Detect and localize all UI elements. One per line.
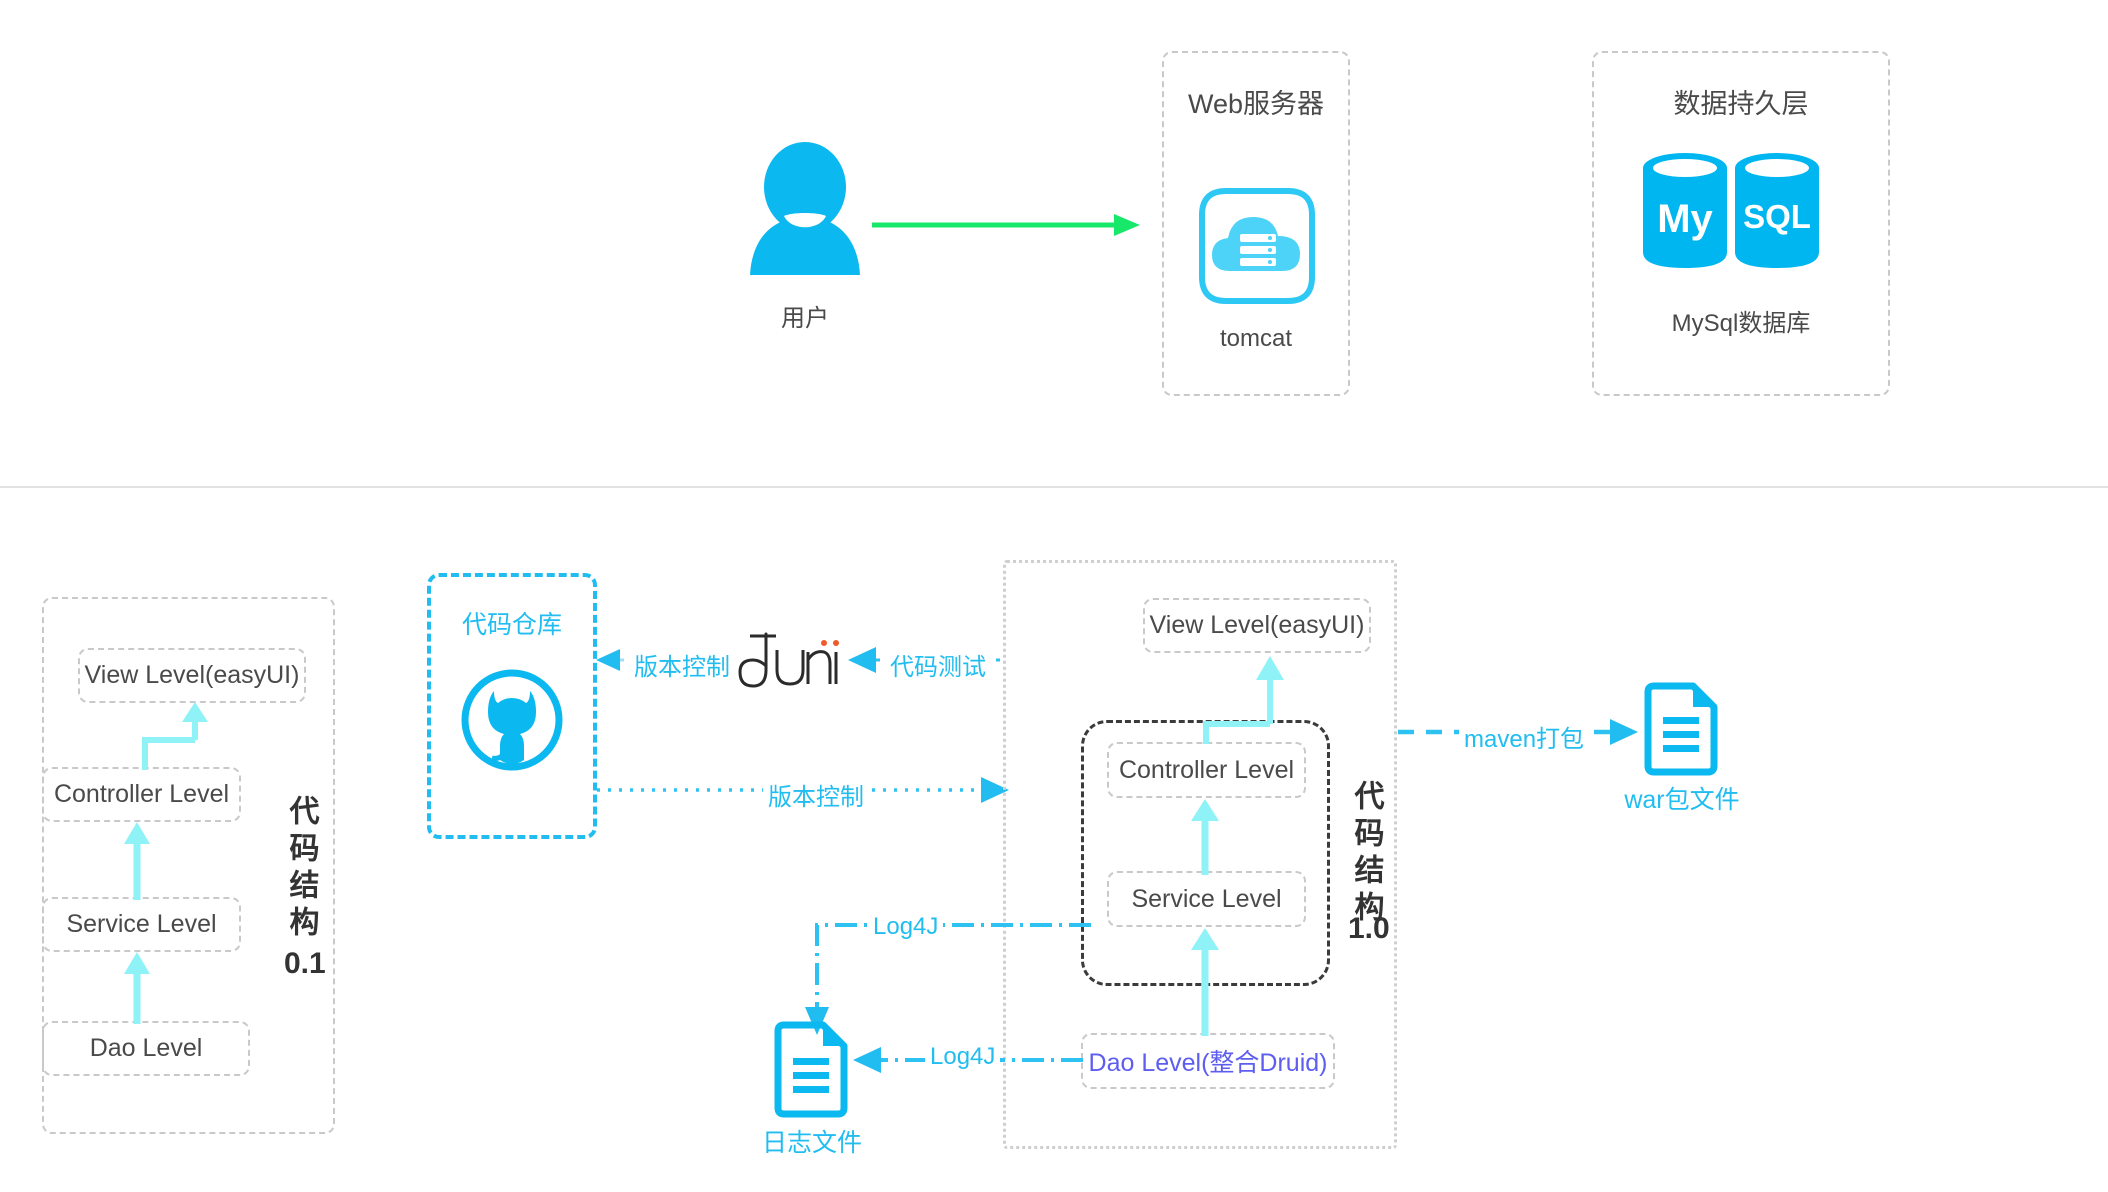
edge-log4j-service-label: Log4J <box>868 913 944 941</box>
code-structure-01-text: 代码结构 <box>284 795 318 943</box>
svg-text:SQL: SQL <box>1743 198 1811 235</box>
edge-code-test-label: 代码测试 <box>885 647 991 682</box>
code-structure-01-vertical-label: 代码结构 <box>284 795 318 943</box>
user-icon <box>750 142 860 275</box>
level-view-10: View Level(easyUI) <box>1143 598 1371 653</box>
level-controller-01: Controller Level <box>42 767 241 822</box>
edge-maven-package-label: maven打包 <box>1459 719 1590 754</box>
edge-version-control-bottom-label: 版本控制 <box>763 777 869 812</box>
level-controller-10-label: Controller Level <box>1118 755 1295 784</box>
level-view-01-label: View Level(easyUI) <box>84 661 300 689</box>
arrow-controller-to-view-01 <box>140 700 220 772</box>
level-service-10-label: Service Level <box>1131 884 1282 913</box>
mysql-icon: My SQL <box>1643 153 1819 268</box>
arrow-dao-to-service-10 <box>1190 926 1220 1036</box>
arrow-user-to-tomcat <box>872 212 1142 238</box>
arrow-service-to-controller-10 <box>1190 797 1220 875</box>
arrow-dao-to-service-01 <box>122 950 152 1024</box>
log-file-node <box>774 1021 848 1118</box>
persistence-title: 数据持久层 <box>1673 89 1809 119</box>
tomcat-cloud-icon <box>1199 188 1315 304</box>
level-dao-10: Dao Level(整合Druid) <box>1081 1033 1335 1089</box>
log-file-label: 日志文件 <box>761 1129 862 1157</box>
junit-icon <box>738 632 839 688</box>
github-icon <box>461 669 563 771</box>
level-dao-01: Dao Level <box>42 1021 250 1076</box>
file-icon <box>1644 682 1718 776</box>
file-icon <box>774 1021 848 1118</box>
edge-version-control-top-label: 版本控制 <box>629 647 735 682</box>
svg-text:My: My <box>1657 197 1713 241</box>
level-service-01-label: Service Level <box>66 910 217 938</box>
code-structure-10-version: 1.0 <box>1348 912 1390 945</box>
tomcat-node <box>1196 185 1318 307</box>
junit-node <box>736 630 846 694</box>
code-structure-01-version: 0.1 <box>284 947 326 980</box>
edge-log4j-dao-label: Log4J <box>925 1043 1001 1071</box>
web-server-title: Web服务器 <box>1187 89 1325 119</box>
mysql-label: MySql数据库 <box>1671 310 1811 337</box>
user-label: 用户 <box>781 305 829 332</box>
level-service-01: Service Level <box>42 897 241 952</box>
arrow-service-to-controller-01 <box>122 820 152 900</box>
code-structure-10-vertical-label: 代码结构 <box>1349 780 1383 928</box>
user-actor <box>746 142 864 275</box>
code-structure-10-text: 代码结构 <box>1349 780 1383 928</box>
tomcat-label: tomcat <box>1219 325 1293 352</box>
war-package-label: war包文件 <box>1624 786 1740 814</box>
level-controller-01-label: Controller Level <box>53 780 230 808</box>
edge-log4j-service <box>805 915 1091 1045</box>
level-view-10-label: View Level(easyUI) <box>1149 611 1365 639</box>
mysql-node: My SQL <box>1641 150 1823 270</box>
repository-title: 代码仓库 <box>461 611 562 639</box>
level-dao-01-label: Dao Level <box>89 1034 203 1062</box>
war-package-node <box>1644 682 1718 776</box>
level-dao-10-label: Dao Level(整合Druid) <box>1088 1049 1328 1077</box>
section-divider <box>0 486 2108 488</box>
github-node <box>460 668 564 772</box>
level-controller-10: Controller Level <box>1107 742 1306 798</box>
level-service-10: Service Level <box>1107 871 1306 927</box>
level-view-01: View Level(easyUI) <box>78 648 306 703</box>
arrow-controller-to-view-10 <box>1200 652 1292 744</box>
